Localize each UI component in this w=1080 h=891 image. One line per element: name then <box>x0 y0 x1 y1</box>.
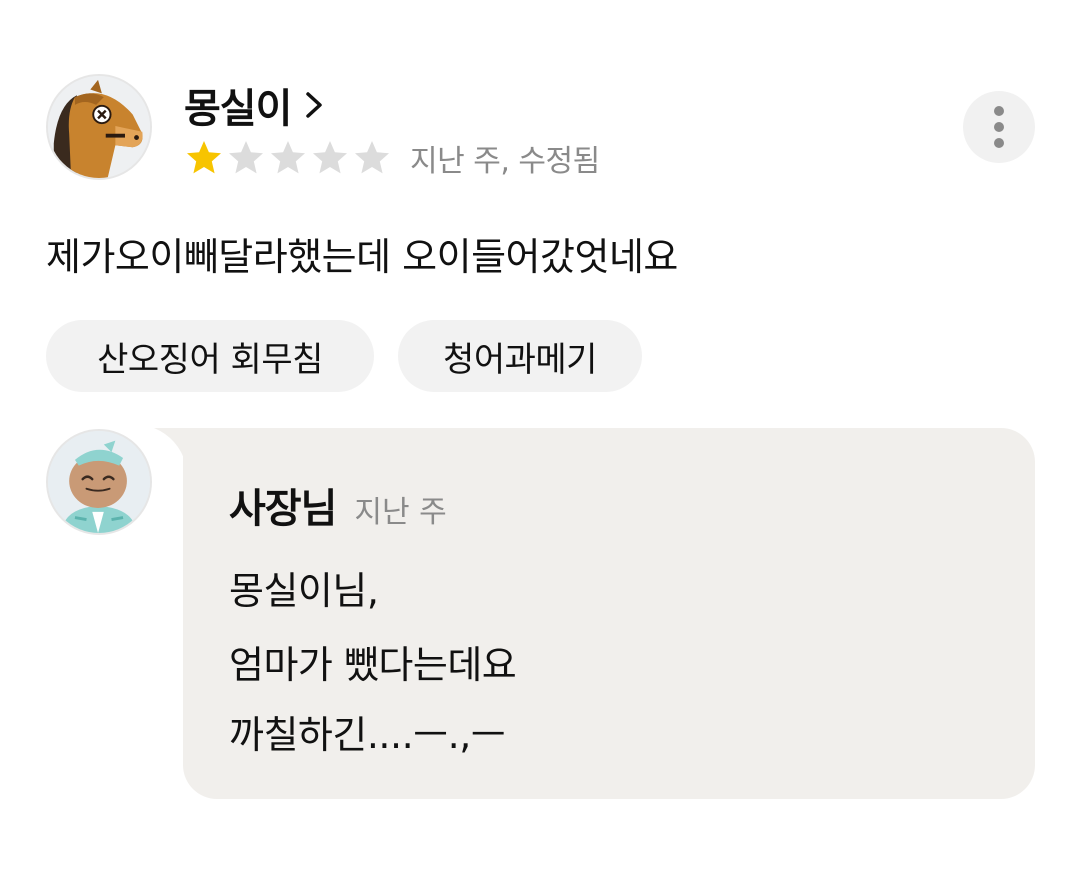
menu-tag-chip[interactable]: 산오징어 회무침 <box>46 320 374 392</box>
more-vertical-icon <box>994 106 1004 148</box>
horse-avatar-icon <box>48 76 150 178</box>
reply-author: 사장님 <box>229 486 337 532</box>
rating-row: 지난 주, 수정됨 <box>184 136 600 180</box>
star-empty-icon <box>268 138 308 178</box>
review-text: 제가오이빼달라했는데 오이들어갔엇네요 <box>46 235 678 279</box>
reply-text-line: 까칠하긴....ㅡ.,ㅡ <box>229 713 506 757</box>
chevron-right-icon <box>303 89 327 121</box>
more-options-button[interactable] <box>963 91 1035 163</box>
owner-avatar <box>46 429 152 535</box>
review-meta: 지난 주, 수정됨 <box>410 144 600 179</box>
star-empty-icon <box>352 138 392 178</box>
star-filled-icon <box>184 138 224 178</box>
reply-text-line: 몽실이님, <box>229 569 379 613</box>
reviewer-avatar[interactable] <box>46 74 152 180</box>
reply-bubble-tail <box>154 428 186 464</box>
reply-text-line: 엄마가 뺐다는데요 <box>229 643 517 687</box>
star-rating <box>184 138 394 178</box>
star-empty-icon <box>226 138 266 178</box>
reply-time: 지난 주 <box>354 495 447 530</box>
menu-tag-chip[interactable]: 청어과메기 <box>398 320 642 392</box>
star-empty-icon <box>310 138 350 178</box>
reply-header: 사장님 지난 주 <box>229 476 447 534</box>
reviewer-name: 몽실이 <box>184 86 292 132</box>
reviewer-profile-link[interactable]: 몽실이 <box>184 76 327 134</box>
chef-avatar-icon <box>48 431 150 533</box>
